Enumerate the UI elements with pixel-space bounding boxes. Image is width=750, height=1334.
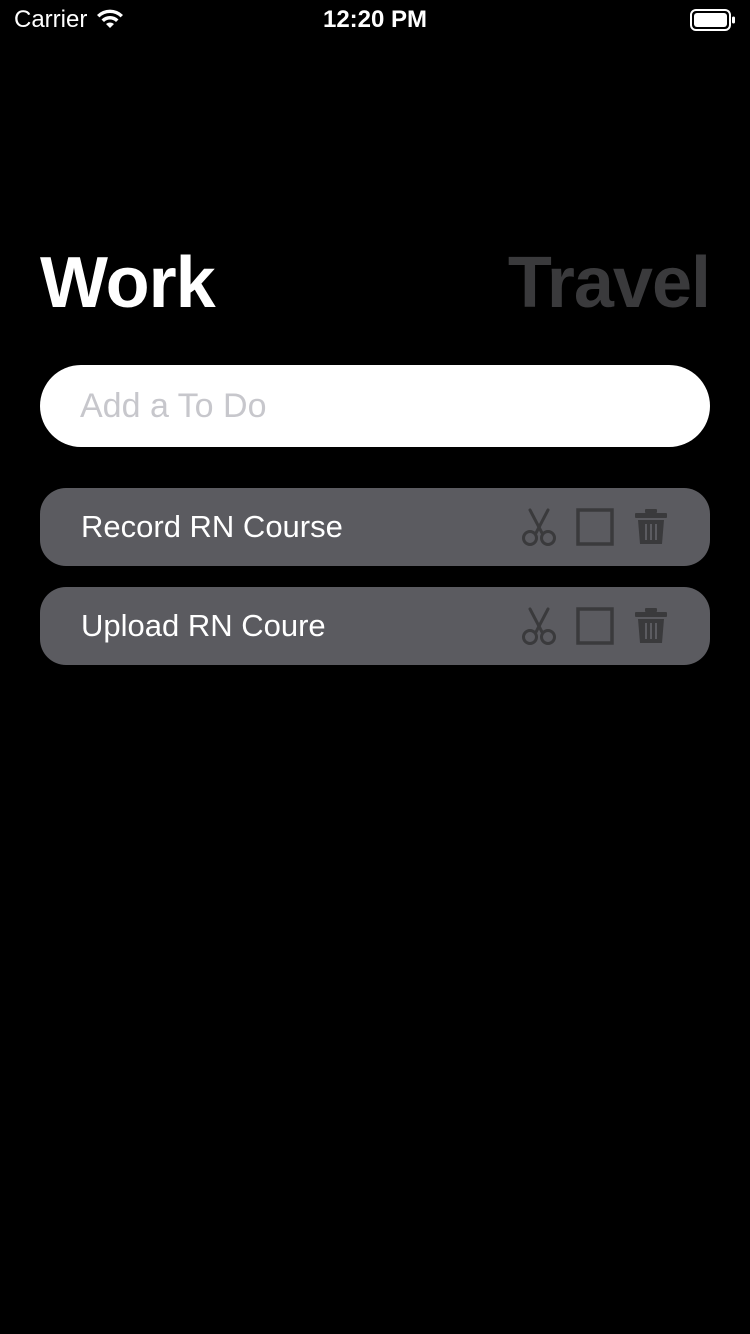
category-tabs: Work Travel (40, 238, 711, 328)
scissors-icon[interactable] (520, 607, 558, 645)
status-bar: Carrier 12:20 PM (0, 0, 750, 40)
todo-text: Record RN Course (81, 509, 343, 544)
todo-list: Record RN Course Upload RN Coure (40, 488, 710, 686)
battery-icon (690, 8, 736, 32)
todo-item[interactable]: Record RN Course (40, 488, 710, 566)
scissors-icon[interactable] (520, 508, 558, 546)
checkbox-icon[interactable] (576, 607, 614, 645)
tab-travel[interactable]: Travel (508, 238, 711, 328)
todo-actions (520, 607, 670, 645)
todo-actions (520, 508, 670, 546)
tab-work[interactable]: Work (40, 238, 216, 328)
todo-text: Upload RN Coure (81, 608, 326, 643)
trash-icon[interactable] (632, 607, 670, 645)
trash-icon[interactable] (632, 508, 670, 546)
status-time: 12:20 PM (322, 6, 428, 33)
add-todo-input[interactable] (40, 365, 710, 447)
todo-item[interactable]: Upload RN Coure (40, 587, 710, 665)
checkbox-icon[interactable] (576, 508, 614, 546)
